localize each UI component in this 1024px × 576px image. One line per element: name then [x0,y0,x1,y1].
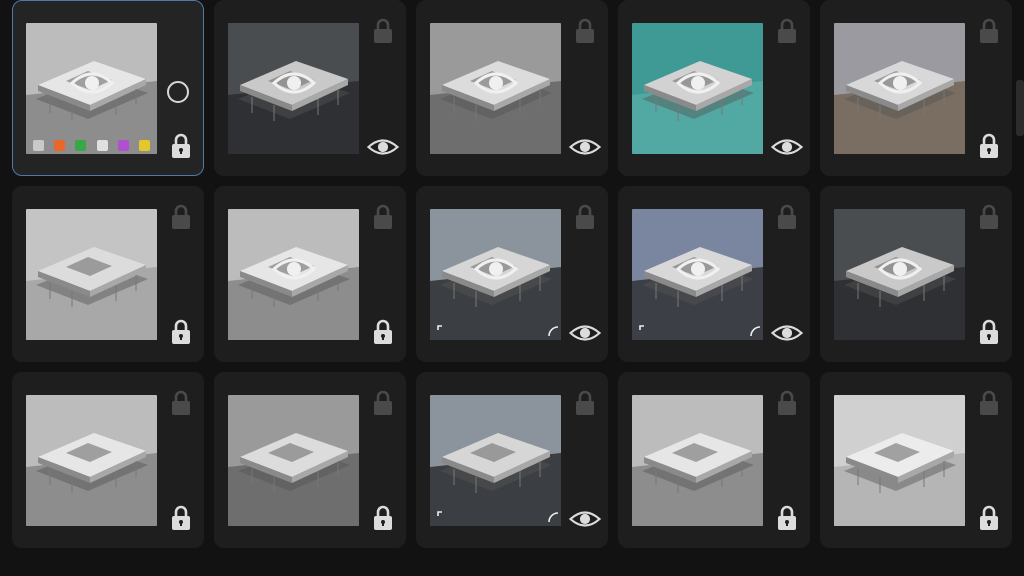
thumbnail-image[interactable] [632,395,763,526]
app-icon[interactable] [138,139,150,151]
image-card[interactable] [618,0,810,176]
image-card[interactable] [214,0,406,176]
thumbnail-image[interactable] [430,395,561,526]
image-card[interactable] [12,186,204,362]
thumbnail-image[interactable] [430,209,561,340]
lock-icon[interactable] [979,17,999,45]
image-card[interactable] [416,186,608,362]
image-card[interactable] [12,0,204,176]
scrollbar-thumb[interactable] [1016,80,1024,136]
thumbnail-image[interactable] [834,209,965,340]
image-card[interactable] [12,372,204,548]
corner-bracket-icon [547,325,559,337]
app-icon[interactable] [117,139,129,151]
thumbnail-image[interactable] [632,209,763,340]
eye-icon[interactable] [676,255,720,295]
image-card[interactable] [618,372,810,548]
eye-icon[interactable] [474,69,518,109]
thumbnail-image[interactable] [834,23,965,154]
eye-icon[interactable] [272,69,316,109]
image-card[interactable] [820,0,1012,176]
corner-bracket-icon [749,325,761,337]
thumbnail-image[interactable] [632,23,763,154]
thumbnail-image[interactable] [430,23,561,154]
eye-icon[interactable] [878,69,922,109]
eye-icon[interactable] [366,136,400,158]
lock-icon[interactable] [373,318,393,346]
thumbnail-image[interactable] [26,23,157,154]
eye-icon[interactable] [568,508,602,530]
lock-icon[interactable] [777,17,797,45]
corner-bracket-icon [639,325,651,337]
app-icon[interactable] [96,139,108,151]
lock-icon[interactable] [575,203,595,231]
eye-icon[interactable] [272,255,316,295]
image-card[interactable] [214,372,406,548]
app-icon[interactable] [75,139,87,151]
lock-icon[interactable] [171,318,191,346]
lock-icon[interactable] [979,318,999,346]
eye-icon[interactable] [878,255,922,295]
eye-icon[interactable] [568,322,602,344]
eye-icon[interactable] [568,136,602,158]
lock-icon[interactable] [777,203,797,231]
lock-icon[interactable] [979,132,999,160]
eye-icon[interactable] [474,255,518,295]
lock-icon[interactable] [979,504,999,532]
thumbnail-image[interactable] [834,395,965,526]
corner-bracket-icon [437,511,449,523]
lock-icon[interactable] [979,389,999,417]
image-card[interactable] [416,0,608,176]
lock-icon[interactable] [373,17,393,45]
app-icon[interactable] [33,139,45,151]
eye-icon[interactable] [70,69,114,109]
eye-icon[interactable] [770,136,804,158]
lock-icon[interactable] [777,504,797,532]
lock-icon[interactable] [979,203,999,231]
image-grid [12,0,1012,548]
lock-icon[interactable] [777,389,797,417]
app-icon-strip [28,138,155,152]
thumbnail-image[interactable] [26,209,157,340]
thumbnail-image[interactable] [228,209,359,340]
lock-icon[interactable] [171,132,191,160]
lock-icon[interactable] [373,389,393,417]
lock-icon[interactable] [373,203,393,231]
corner-bracket-icon [547,511,559,523]
eye-icon[interactable] [676,69,720,109]
thumbnail-image[interactable] [26,395,157,526]
image-card[interactable] [214,186,406,362]
app-icon[interactable] [54,139,66,151]
thumbnail-image[interactable] [228,395,359,526]
lock-icon[interactable] [373,504,393,532]
lock-icon[interactable] [575,389,595,417]
image-card[interactable] [618,186,810,362]
lock-icon[interactable] [171,504,191,532]
corner-bracket-icon [437,325,449,337]
lock-icon[interactable] [171,389,191,417]
image-card[interactable] [416,372,608,548]
lock-icon[interactable] [171,203,191,231]
thumbnail-image[interactable] [228,23,359,154]
eye-icon[interactable] [770,322,804,344]
image-card[interactable] [820,186,1012,362]
select-radio-icon[interactable] [167,81,189,103]
image-card[interactable] [820,372,1012,548]
lock-icon[interactable] [575,17,595,45]
